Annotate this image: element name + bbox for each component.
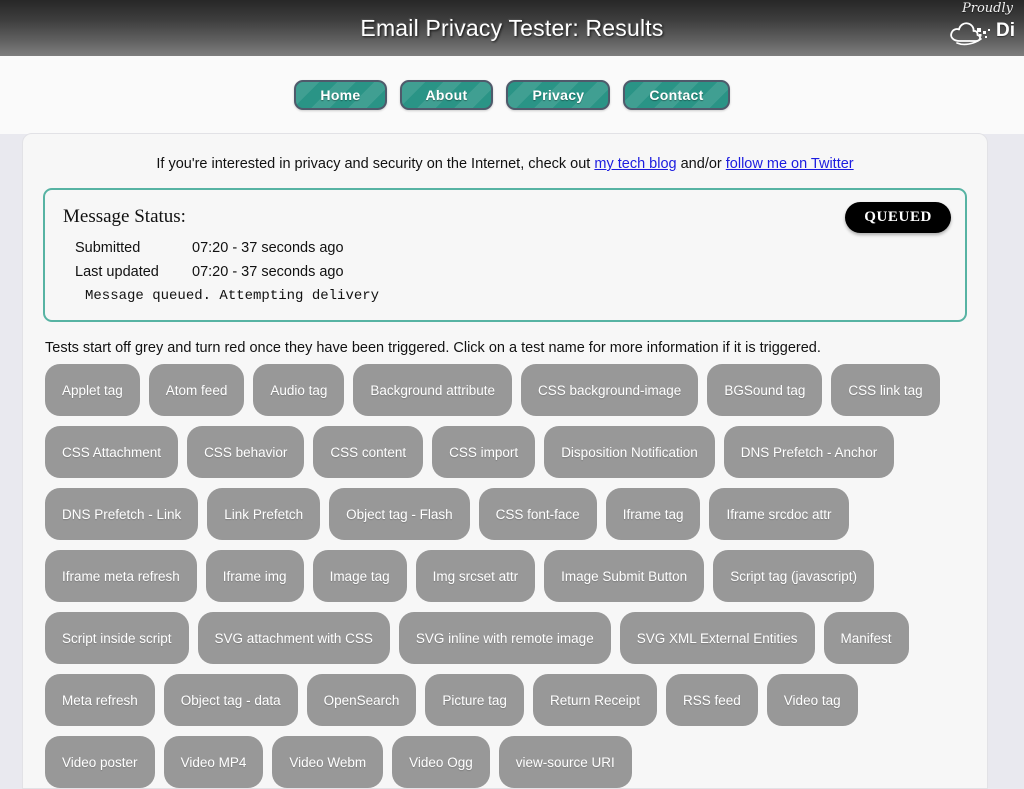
test-tag[interactable]: Audio tag <box>253 364 345 416</box>
test-tag[interactable]: Video Webm <box>272 736 384 788</box>
test-tag[interactable]: Applet tag <box>45 364 140 416</box>
test-tag[interactable]: Manifest <box>823 612 909 664</box>
test-tag[interactable]: Iframe srcdoc attr <box>709 488 849 540</box>
test-tag[interactable]: Image tag <box>312 550 407 602</box>
test-tag[interactable]: Background attribute <box>353 364 512 416</box>
site-header: Email Privacy Tester: Results Proudly Di <box>0 0 1024 56</box>
test-tag[interactable]: RSS feed <box>666 674 758 726</box>
test-tag[interactable]: DNS Prefetch - Link <box>45 488 199 540</box>
test-tag[interactable]: CSS behavior <box>187 426 305 478</box>
status-row-last-updated: Last updated 07:20 - 37 seconds ago <box>75 264 947 280</box>
test-tag[interactable]: Link Prefetch <box>207 488 321 540</box>
status-value-last-updated: 07:20 - 37 seconds ago <box>192 264 344 280</box>
status-badge: QUEUED <box>845 202 951 233</box>
tech-blog-link[interactable]: my tech blog <box>594 156 676 172</box>
twitter-link[interactable]: follow me on Twitter <box>726 156 854 172</box>
test-tag[interactable]: CSS font-face <box>478 488 597 540</box>
test-tag[interactable]: Atom feed <box>148 364 245 416</box>
intro-prefix: If you're interested in privacy and secu… <box>156 156 595 172</box>
intro-middle: and/or <box>676 156 726 172</box>
message-status-box: Message Status: QUEUED Submitted 07:20 -… <box>43 188 967 322</box>
sponsor-proudly-text: Proudly <box>962 1 1013 16</box>
test-tag[interactable]: Iframe img <box>205 550 304 602</box>
sponsor-logo: Proudly Di <box>940 0 1024 56</box>
test-tag[interactable]: OpenSearch <box>306 674 417 726</box>
test-tag[interactable]: Video poster <box>45 736 155 788</box>
status-delivery-message: Message queued. Attempting delivery <box>85 288 380 304</box>
test-tag[interactable]: Video MP4 <box>163 736 264 788</box>
test-tag[interactable]: Disposition Notification <box>544 426 715 478</box>
test-tag[interactable]: Script inside script <box>45 612 189 664</box>
test-tag-list: Applet tag Atom feed Audio tag Background a… <box>45 364 967 788</box>
status-value-submitted: 07:20 - 37 seconds ago <box>192 240 344 256</box>
test-tag[interactable]: Return Receipt <box>532 674 657 726</box>
test-tag[interactable]: Img srcset attr <box>415 550 536 602</box>
cloud-icon <box>948 20 994 51</box>
test-tag[interactable]: Object tag - Flash <box>329 488 470 540</box>
nav-item-contact[interactable]: Contact <box>623 80 730 110</box>
page-title: Email Privacy Tester: Results <box>360 14 664 41</box>
test-tag[interactable]: view-source URI <box>498 736 632 788</box>
intro-text: If you're interested in privacy and secu… <box>43 156 967 172</box>
status-row-submitted: Submitted 07:20 - 37 seconds ago <box>75 240 947 256</box>
test-tag[interactable]: Meta refresh <box>45 674 155 726</box>
test-tag[interactable]: CSS link tag <box>831 364 940 416</box>
main-navigation: Home About Privacy Contact <box>0 56 1024 134</box>
test-tag[interactable]: Script tag (javascript) <box>713 550 874 602</box>
test-tag[interactable]: Iframe tag <box>605 488 701 540</box>
sponsor-brand-text: Di <box>996 20 1015 41</box>
status-rows: Submitted 07:20 - 37 seconds ago Last up… <box>75 240 947 280</box>
test-tag[interactable]: Object tag - data <box>163 674 298 726</box>
status-label-submitted: Submitted <box>75 240 141 256</box>
test-tag[interactable]: SVG XML External Entities <box>619 612 815 664</box>
test-tag[interactable]: Iframe meta refresh <box>45 550 197 602</box>
nav-item-home[interactable]: Home <box>294 80 387 110</box>
test-tag[interactable]: CSS Attachment <box>45 426 179 478</box>
nav-item-about[interactable]: About <box>399 80 494 110</box>
test-tag[interactable]: BGSound tag <box>707 364 823 416</box>
test-tag[interactable]: Image Submit Button <box>544 550 705 602</box>
status-label-last-updated: Last updated <box>75 264 159 280</box>
content-panel: If you're interested in privacy and secu… <box>22 133 988 789</box>
tests-instruction-text: Tests start off grey and turn red once t… <box>45 340 821 356</box>
test-tag[interactable]: Video Ogg <box>392 736 490 788</box>
test-tag[interactable]: SVG inline with remote image <box>398 612 611 664</box>
test-tag[interactable]: SVG attachment with CSS <box>197 612 390 664</box>
test-tag[interactable]: Picture tag <box>425 674 524 726</box>
test-tag[interactable]: CSS content <box>313 426 424 478</box>
message-status-heading: Message Status: <box>63 206 186 227</box>
test-tag[interactable]: Video tag <box>766 674 858 726</box>
test-tag[interactable]: CSS import <box>432 426 536 478</box>
test-tag[interactable]: DNS Prefetch - Anchor <box>723 426 895 478</box>
nav-item-privacy[interactable]: Privacy <box>506 80 611 110</box>
test-tag[interactable]: CSS background-image <box>520 364 699 416</box>
